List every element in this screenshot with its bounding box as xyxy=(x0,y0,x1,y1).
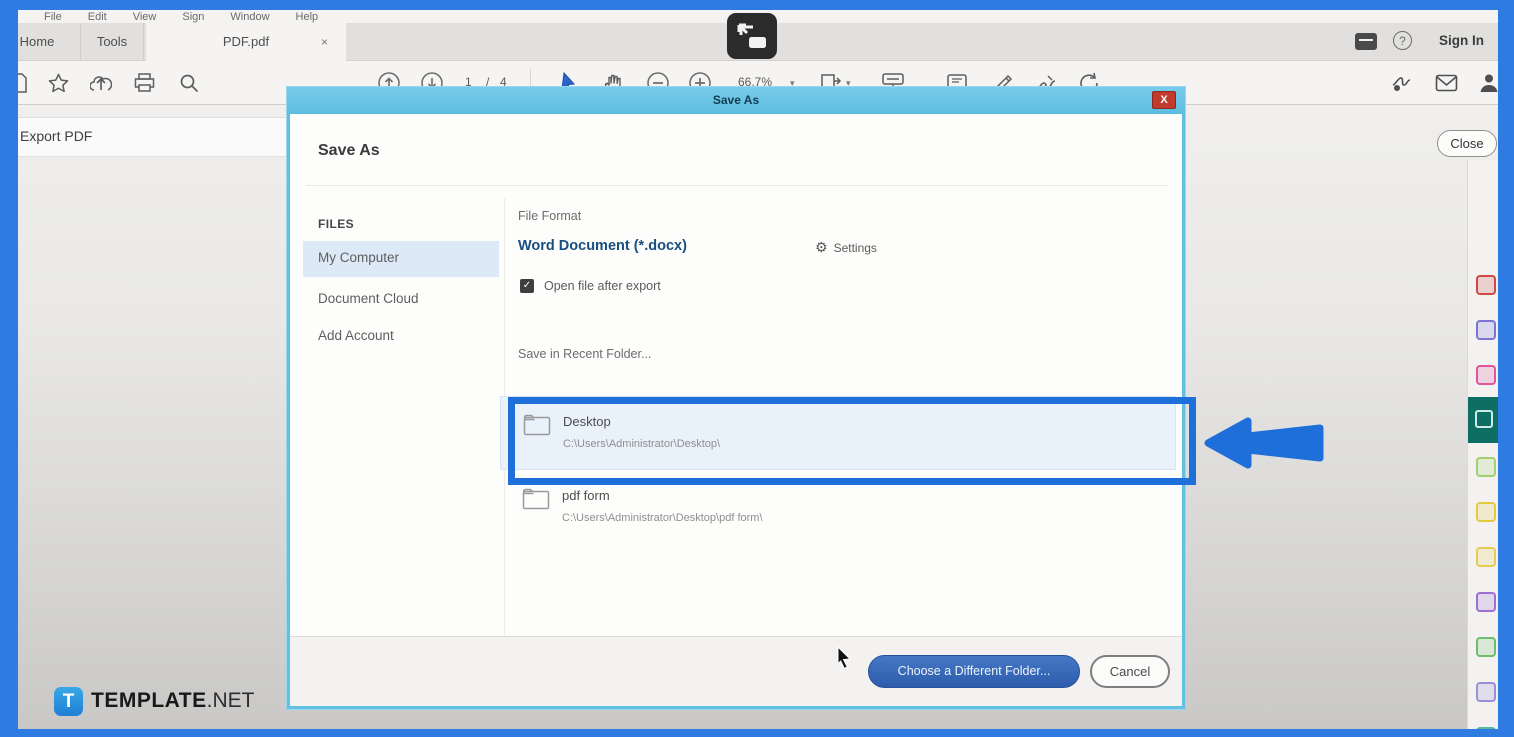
right-tools-sidebar xyxy=(1467,160,1498,729)
tool-pink-icon[interactable] xyxy=(1476,365,1496,385)
mouse-cursor xyxy=(836,646,853,670)
sign-in-link[interactable]: Sign In xyxy=(1439,33,1484,48)
tool-red-icon[interactable] xyxy=(1476,275,1496,295)
tab-document-label: PDF.pdf xyxy=(223,34,269,49)
feedback-bubble-icon[interactable] xyxy=(1355,33,1377,50)
menu-item-edit[interactable]: Edit xyxy=(88,11,107,23)
highlight-rectangle-annotation xyxy=(508,397,1196,485)
tool-purple-triangle-icon[interactable] xyxy=(1476,592,1496,612)
save-file-icon[interactable] xyxy=(18,70,32,96)
folder-name: pdf form xyxy=(562,488,610,503)
dialog-heading: Save As xyxy=(318,142,380,160)
tool-lavender-shield-icon[interactable] xyxy=(1476,682,1496,702)
cancel-button[interactable]: Cancel xyxy=(1090,655,1170,688)
menu-item-window[interactable]: Window xyxy=(230,11,269,23)
nav-item-document-cloud[interactable]: Document Cloud xyxy=(318,291,419,306)
envelope-icon[interactable] xyxy=(1433,70,1459,96)
export-pdf-panel-header: Export PDF xyxy=(18,117,300,157)
folder-row-pdf-form[interactable]: pdf form C:\Users\Administrator\Desktop\… xyxy=(500,479,1176,545)
star-icon[interactable] xyxy=(45,70,71,96)
print-icon[interactable] xyxy=(131,70,157,96)
tool-teal-scan-icon[interactable] xyxy=(1476,727,1496,729)
recent-folder-label: Save in Recent Folder... xyxy=(518,347,651,361)
close-panel-button[interactable]: Close xyxy=(1437,130,1497,157)
settings-button[interactable]: ⚙ Settings xyxy=(815,239,877,256)
file-format-label: File Format xyxy=(518,209,581,223)
dialog-close-icon[interactable]: X xyxy=(1152,91,1176,109)
video-overlay-icon[interactable] xyxy=(727,13,777,59)
tab-home[interactable]: Home xyxy=(18,23,72,61)
help-icon[interactable]: ? xyxy=(1393,31,1412,50)
signature-icon[interactable] xyxy=(1390,70,1416,96)
search-icon[interactable] xyxy=(176,70,202,96)
tool-indigo-icon[interactable] xyxy=(1476,320,1496,340)
person-icon[interactable] xyxy=(1476,70,1498,96)
tool-export-pdf-active-icon[interactable] xyxy=(1468,397,1498,443)
divider xyxy=(306,185,1168,186)
tool-yellow-note-icon[interactable] xyxy=(1476,547,1496,567)
tool-yellow-icon[interactable] xyxy=(1476,502,1496,522)
file-format-value[interactable]: Word Document (*.docx) xyxy=(518,238,687,254)
menu-item-file[interactable]: File xyxy=(44,11,62,23)
tab-close-icon[interactable]: × xyxy=(321,23,328,61)
watermark-brand-light: .NET xyxy=(207,689,255,713)
dialog-title: Save As xyxy=(287,87,1185,113)
settings-label: Settings xyxy=(834,241,877,255)
tool-green-stamp-icon[interactable] xyxy=(1476,637,1496,657)
open-after-export-label: Open file after export xyxy=(544,279,661,293)
folder-icon xyxy=(522,487,550,515)
menu-item-help[interactable]: Help xyxy=(296,11,319,23)
menu-item-view[interactable]: View xyxy=(133,11,157,23)
open-after-export-checkbox[interactable]: ✓ xyxy=(520,279,534,293)
tool-light-green-icon[interactable] xyxy=(1476,457,1496,477)
gear-icon: ⚙ xyxy=(815,239,828,255)
choose-different-folder-button[interactable]: Choose a Different Folder... xyxy=(868,655,1080,688)
folder-path: C:\Users\Administrator\Desktop\pdf form\ xyxy=(562,512,763,524)
upload-cloud-icon[interactable] xyxy=(88,70,114,96)
watermark: T TEMPLATE.NET xyxy=(54,685,254,717)
nav-item-add-account[interactable]: Add Account xyxy=(318,328,394,343)
tab-document-active[interactable]: PDF.pdf × xyxy=(146,23,346,61)
dialog-titlebar[interactable]: Save As X xyxy=(287,87,1185,114)
tab-tools[interactable]: Tools xyxy=(80,23,144,61)
export-pdf-panel-title: Export PDF xyxy=(20,128,300,144)
template-net-logo: T xyxy=(54,687,83,716)
menu-item-sign[interactable]: Sign xyxy=(182,11,204,23)
files-nav-header: FILES xyxy=(318,217,354,231)
arrow-annotation xyxy=(1202,413,1328,473)
watermark-brand-bold: TEMPLATE xyxy=(91,689,207,713)
nav-item-my-computer[interactable]: My Computer xyxy=(318,250,399,265)
